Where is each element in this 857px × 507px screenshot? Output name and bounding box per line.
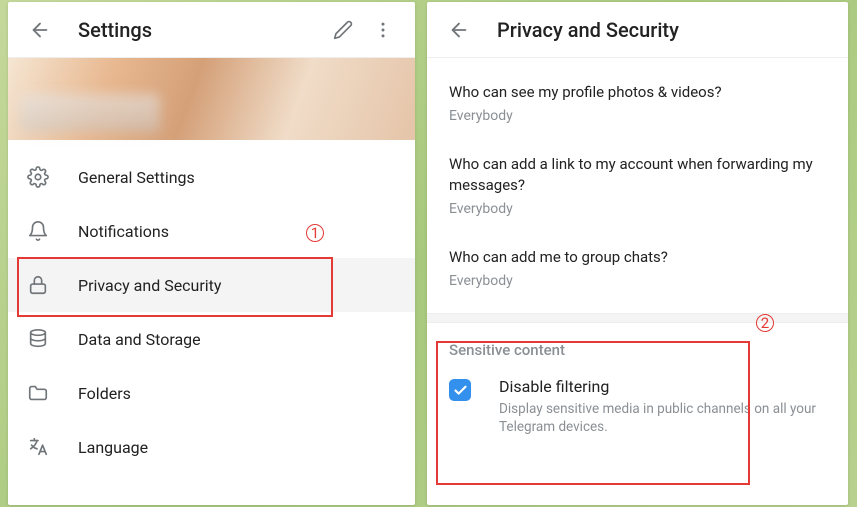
menu-item-data-storage[interactable]: Data and Storage [8, 312, 415, 366]
privacy-value: Everybody [449, 108, 826, 124]
section-divider [427, 313, 848, 323]
disable-filtering-checkbox[interactable] [449, 379, 471, 401]
disable-filtering-title: Disable filtering [499, 377, 826, 396]
privacy-question: Who can add a link to my account when fo… [449, 154, 826, 195]
settings-header: Settings [8, 2, 415, 58]
menu-item-label: Folders [78, 384, 131, 403]
menu-item-privacy[interactable]: Privacy and Security [8, 258, 415, 312]
database-icon [26, 327, 50, 351]
settings-panel: Settings General Settings Notifications [8, 2, 415, 505]
bell-icon [26, 219, 50, 243]
lock-icon [26, 273, 50, 297]
menu-item-label: Privacy and Security [78, 276, 221, 295]
menu-item-general[interactable]: General Settings [8, 150, 415, 204]
menu-item-label: Language [78, 438, 148, 457]
privacy-header: Privacy and Security [427, 2, 848, 58]
privacy-list: Who can see my profile photos & videos? … [427, 58, 848, 319]
privacy-panel: Privacy and Security Who can see my prof… [427, 2, 848, 505]
language-icon [26, 435, 50, 459]
menu-item-label: Data and Storage [78, 330, 201, 349]
settings-title: Settings [78, 18, 323, 42]
more-button[interactable] [363, 10, 403, 50]
disable-filtering-row[interactable]: Disable filtering Display sensitive medi… [427, 369, 848, 454]
arrow-left-icon [29, 19, 51, 41]
sensitive-section-title: Sensitive content [427, 323, 848, 369]
disable-filtering-text: Disable filtering Display sensitive medi… [499, 377, 826, 436]
menu-item-label: General Settings [78, 168, 195, 187]
settings-menu: General Settings Notifications Privacy a… [8, 140, 415, 474]
pencil-icon [333, 20, 353, 40]
privacy-question: Who can see my profile photos & videos? [449, 82, 826, 102]
disable-filtering-desc: Display sensitive media in public channe… [499, 400, 826, 436]
menu-item-label: Notifications [78, 222, 169, 241]
privacy-value: Everybody [449, 201, 826, 217]
menu-item-language[interactable]: Language [8, 420, 415, 474]
back-button[interactable] [439, 10, 479, 50]
more-vertical-icon [373, 20, 393, 40]
menu-item-folders[interactable]: Folders [8, 366, 415, 420]
privacy-item-forwarding[interactable]: Who can add a link to my account when fo… [449, 154, 826, 217]
gear-icon [26, 165, 50, 189]
profile-banner[interactable] [8, 58, 415, 140]
back-button[interactable] [20, 10, 60, 50]
privacy-value: Everybody [449, 273, 826, 289]
check-icon [453, 383, 468, 398]
arrow-left-icon [448, 19, 470, 41]
edit-button[interactable] [323, 10, 363, 50]
privacy-item-photos[interactable]: Who can see my profile photos & videos? … [449, 82, 826, 124]
privacy-question: Who can add me to group chats? [449, 247, 826, 267]
folder-icon [26, 381, 50, 405]
menu-item-notifications[interactable]: Notifications [8, 204, 415, 258]
privacy-item-groups[interactable]: Who can add me to group chats? Everybody [449, 247, 826, 289]
privacy-title: Privacy and Security [497, 18, 836, 42]
